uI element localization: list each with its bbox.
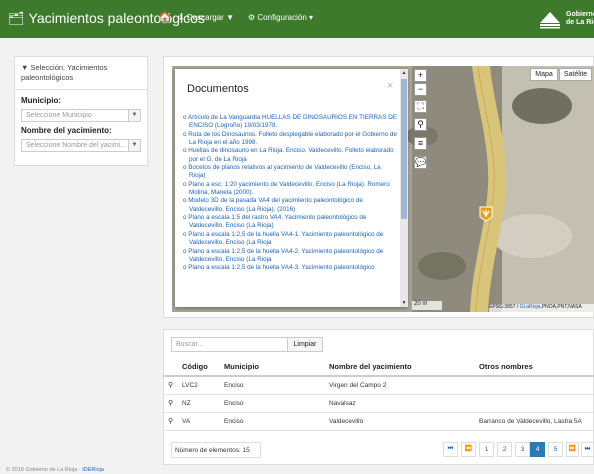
gear-icon: ⚙ (248, 13, 256, 22)
folder-open-icon: 🗂 (8, 11, 25, 26)
caret-down-icon: ▾ (309, 13, 314, 22)
documents-scrollbar[interactable]: ▲ ▼ (400, 69, 408, 307)
cell-municipio: Enciso (224, 418, 244, 425)
cell-otros: Barranco de Valdecevillo, Lastra 5A (479, 418, 582, 425)
page-button-active[interactable]: 4 (530, 442, 545, 457)
map-type-button[interactable]: Mapa (530, 68, 558, 81)
filter-icon: ▼ (21, 63, 29, 72)
page-button[interactable]: 1 (479, 442, 494, 457)
next-page-icon[interactable]: ⏩ (566, 442, 579, 457)
page-button[interactable]: 3 (515, 442, 530, 457)
column-header-municipio[interactable]: Municipio (224, 362, 259, 371)
document-link[interactable]: Plano a esc. 1:20 yacimiento de Valdecev… (183, 181, 397, 198)
table-row[interactable]: ⚲ NZ Enciso Navalsaz (163, 395, 594, 413)
map-marker-icon[interactable]: ⚲ (168, 417, 173, 425)
scroll-up-icon[interactable]: ▲ (400, 69, 408, 77)
cell-nombre: Navalsaz (329, 400, 356, 407)
selection-label: ▼ Selección: Yacimientos paleontológicos (21, 63, 108, 82)
documents-dialog: Documentos × Artículo de La Vanguardia H… (175, 69, 407, 307)
top-navbar: 🗂 Yacimientos paleontológicos 🏠 ⬇ Descarg… (0, 0, 594, 38)
fullscreen-icon[interactable]: ⛶ (414, 100, 427, 113)
location-pin-icon[interactable]: ⚲ (414, 118, 427, 131)
cell-nombre: Virgen del Campo 2 (329, 382, 387, 389)
table-row[interactable]: ⚲ VA Enciso Valdecevillo Barranco de Val… (163, 413, 594, 431)
app-brand[interactable]: 🗂 Yacimientos paleontológicos (8, 10, 205, 27)
column-header-nombre[interactable]: Nombre del yacimiento (329, 362, 412, 371)
config-label: Configuración (257, 13, 307, 22)
document-link[interactable]: Modelo 3D de la pasada VA4 del yacimient… (183, 197, 397, 214)
chevron-circle-icon: ▼ (226, 13, 234, 22)
page-button[interactable]: 5 (548, 442, 563, 457)
column-header-otros[interactable]: Otros nombres (479, 362, 533, 371)
document-link[interactable]: Plano a escala 1:2,5 de la huella VA4-2.… (183, 248, 397, 265)
filter-panel: ▼ Selección: Yacimientos paleontológicos… (14, 56, 148, 166)
config-menu[interactable]: ⚙ Configuración ▾ (248, 13, 313, 22)
map-marker-icon[interactable]: ⚲ (168, 399, 173, 407)
column-header-codigo[interactable]: Código (182, 362, 208, 371)
documents-title: Documentos (187, 83, 249, 95)
document-link[interactable]: Artículo de La Vanguardia HUELLAS DE DIN… (183, 114, 397, 131)
layers-list-icon[interactable]: ≡ (414, 137, 427, 150)
cell-municipio: Enciso (224, 382, 244, 389)
gobierno-logo (540, 12, 560, 29)
scroll-down-icon[interactable]: ▼ (400, 299, 408, 307)
yacimiento-label: Nombre del yacimiento: (21, 126, 112, 135)
scroll-thumb[interactable] (401, 79, 407, 219)
last-page-icon[interactable]: ⏭ (581, 442, 594, 457)
map-marker-icon[interactable]: ⚲ (168, 381, 173, 389)
footer-link[interactable]: IDERioja (82, 467, 104, 473)
cell-codigo: LVC2 (182, 382, 198, 389)
document-link[interactable]: Plano a escala 1:5 del rastro VA4. Yacim… (183, 214, 397, 231)
zoom-out-button[interactable]: − (414, 83, 427, 96)
element-count: Número de elementos: 15 (171, 442, 261, 458)
document-link[interactable]: Plano a escala 1:2,5 de la huella VA4-3.… (183, 264, 397, 272)
page-button[interactable]: 2 (497, 442, 512, 457)
document-link[interactable]: Huellas de dinosaurio en La Rioja. Encis… (183, 147, 397, 164)
close-icon[interactable]: × (387, 80, 393, 92)
footer: © 2018 Gobierno de La Rioja · IDERioja (6, 467, 104, 473)
cell-codigo: VA (182, 418, 191, 425)
comment-icon[interactable]: 💬 (414, 156, 427, 169)
map-scale: 20 m (412, 301, 442, 310)
table-row[interactable]: ⚲ LVC2 Enciso Virgen del Campo 2 (163, 377, 594, 395)
dinosaur-track-icon (479, 206, 493, 222)
document-link[interactable]: Plano a escala 1:2,5 de la huella VA4-1.… (183, 231, 397, 248)
documents-list: Artículo de La Vanguardia HUELLAS DE DIN… (183, 114, 397, 273)
cell-codigo: NZ (182, 400, 191, 407)
map-marker[interactable] (479, 206, 493, 222)
chevron-down-icon: ▼ (128, 110, 140, 121)
search-input[interactable]: Buscar... (171, 337, 288, 352)
prev-page-icon[interactable]: ⏪ (461, 442, 476, 457)
home-icon[interactable]: 🏠 (158, 11, 172, 24)
gobierno-text: Gobierno de La Rioja (566, 11, 594, 26)
map-attribution: EPSG:3857 / GLaRioja,PNOA,PNT,NASA (489, 304, 594, 312)
document-link[interactable]: Bocetos de planos relativos al yacimient… (183, 164, 397, 181)
document-link[interactable]: Ruta de los Dinosaurios. Folleto despleg… (183, 131, 397, 148)
download-menu[interactable]: ⬇ Descargar ▼ (178, 13, 234, 22)
first-page-icon[interactable]: ⏮ (443, 442, 458, 457)
municipio-label: Municipio: (21, 96, 61, 105)
download-icon: ⬇ (178, 13, 185, 22)
satellite-type-button[interactable]: Satélite (559, 68, 592, 81)
yacimiento-select[interactable]: Seleccione Nombre del yacimi... ▼ (21, 139, 141, 152)
zoom-in-button[interactable]: + (414, 69, 427, 82)
download-label: Descargar (186, 13, 224, 22)
cell-municipio: Enciso (224, 400, 244, 407)
clear-button[interactable]: Limpiar (287, 337, 323, 352)
municipio-select[interactable]: Seleccione Municipio ▼ (21, 109, 141, 122)
chevron-down-icon: ▼ (128, 140, 140, 151)
cell-nombre: Valdecevillo (329, 418, 364, 425)
attribution-link[interactable]: GLaRioja (520, 304, 541, 310)
divider (15, 89, 147, 90)
